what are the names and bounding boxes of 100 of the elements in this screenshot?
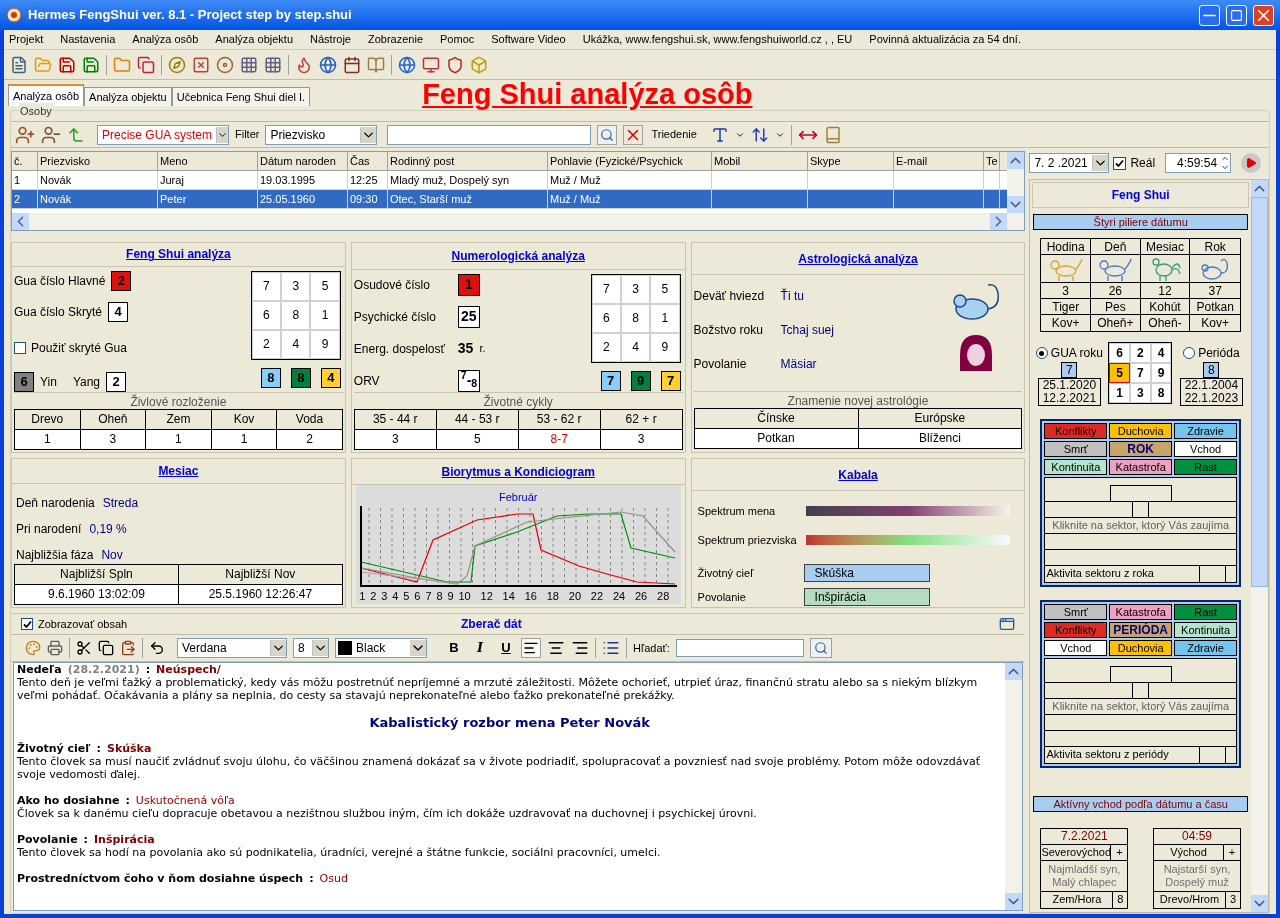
column-header[interactable]: E-mail bbox=[894, 152, 984, 170]
sector-label[interactable]: Zdravie bbox=[1174, 423, 1237, 439]
menu-item[interactable]: Ukážka, www.fengshui.sk, www.fengshuiworld.cz , , EU bbox=[582, 31, 853, 48]
number-box: 4 bbox=[108, 301, 129, 322]
table-cell: 8-7 bbox=[518, 429, 601, 449]
table-cell: 1 bbox=[12, 171, 38, 189]
family-member-text: Najstarší syn, Dospelý muž bbox=[1154, 861, 1240, 892]
menu-item[interactable]: Nástroje bbox=[310, 31, 351, 48]
value-box: Inšpirácia bbox=[803, 588, 930, 606]
editor-title: Zberač dát bbox=[460, 616, 523, 633]
sector-label[interactable]: Smrť bbox=[1044, 441, 1108, 457]
format-button[interactable]: I bbox=[471, 638, 489, 658]
panel-title-link[interactable]: Biorytmus a Kondiciogram bbox=[441, 462, 595, 481]
sector-label[interactable]: Smrť bbox=[1044, 604, 1108, 620]
axis-tick-label: 20 bbox=[568, 588, 583, 604]
radio-label: Perióda bbox=[1198, 345, 1240, 362]
column-header[interactable]: Rodinný post bbox=[388, 152, 548, 170]
grid-cell: 1 bbox=[650, 303, 680, 333]
panel-title-link[interactable]: Kabala bbox=[838, 465, 878, 484]
element-text: Zem/Hora bbox=[1041, 892, 1114, 908]
panel-title-link[interactable]: Feng Shui analýza bbox=[126, 245, 231, 264]
sector-label[interactable]: Kontinuita bbox=[1174, 622, 1237, 638]
table-cell: 5 bbox=[436, 429, 519, 449]
gua-system-dropdown[interactable]: Precise GUA system bbox=[97, 124, 229, 145]
date-picker[interactable]: 7. 2 .2021 bbox=[1029, 153, 1110, 173]
sector-label[interactable]: Rast bbox=[1174, 604, 1237, 620]
plus-button[interactable]: + bbox=[1224, 845, 1240, 860]
sector-label[interactable]: Katastrofa bbox=[1109, 459, 1173, 475]
tab[interactable]: Analýza osôb bbox=[8, 84, 85, 106]
field-value: Streda bbox=[102, 495, 139, 512]
table-cell: Mladý muž, Dospelý syn bbox=[388, 171, 548, 189]
menu-item[interactable]: Projekt bbox=[9, 31, 44, 48]
date-text: 25.1.2020 bbox=[1042, 379, 1097, 392]
field-label: Spektrum priezviska bbox=[697, 532, 798, 548]
font-dropdown[interactable]: Verdana bbox=[177, 638, 287, 658]
table-cell: 1 bbox=[15, 429, 81, 449]
field-label: Osudové číslo bbox=[353, 276, 431, 294]
column-header[interactable]: Čas bbox=[348, 152, 388, 170]
table-cell: 1 bbox=[146, 429, 212, 449]
menu-item[interactable]: Pomoc bbox=[440, 31, 475, 48]
field-label: Božstvo roku bbox=[693, 322, 764, 339]
sector-label[interactable]: Konflikty bbox=[1044, 622, 1108, 638]
paragraph: Tento človek sa musí naučiť zvládnuť svoju úlohu, čo väčšinou znamená dokázať sa v živote podriadiť, spolupracovať a povzniesť nad svoje problémy. Potom môže odovzdávať svoje vedomosti ďalej. bbox=[17, 755, 982, 781]
sector-label[interactable]: Duchovia bbox=[1109, 640, 1173, 656]
panel-title-link[interactable]: Mesiac bbox=[158, 462, 199, 480]
panel-title-link[interactable]: Numerologická analýza bbox=[451, 246, 585, 265]
column-header[interactable]: Dátum naroden bbox=[258, 152, 348, 170]
pillar-cell: Kohút bbox=[1140, 299, 1190, 315]
table-row[interactable]: 2 Novák Peter 25.05.1960 09:30 Otec, Starší muž Muž / Muž bbox=[12, 190, 1008, 209]
unit-label: r. bbox=[479, 341, 486, 357]
sector-label[interactable]: Duchovia bbox=[1109, 423, 1173, 439]
color-dropdown[interactable]: Black bbox=[335, 638, 427, 658]
column-header: Oheň bbox=[80, 409, 147, 429]
table-cell: Muž / Muž bbox=[548, 190, 712, 208]
table-cell: 2 bbox=[12, 190, 38, 208]
table-cell-text: 2 bbox=[305, 430, 314, 448]
panel-title-link[interactable]: Astrologická analýza bbox=[798, 249, 918, 268]
text-run: Životný cieľ bbox=[17, 742, 91, 755]
font-size-dropdown[interactable]: 8 bbox=[293, 638, 329, 658]
sector-label[interactable]: PERIÓDA bbox=[1109, 622, 1173, 638]
tab[interactable]: Analýza objektu bbox=[84, 87, 172, 106]
column-header[interactable]: č. bbox=[12, 152, 38, 170]
grid-cell: 5 bbox=[310, 271, 340, 301]
tab[interactable]: Učebnica Feng Shui diel I. bbox=[171, 87, 311, 106]
menu-item[interactable]: Povinná aktualizácia za 54 dní. bbox=[869, 31, 1021, 48]
time-spinner[interactable]: 4:59:54 bbox=[1165, 153, 1232, 173]
menu-item[interactable]: Analýza objektu bbox=[215, 31, 293, 48]
axis-tick-label: 5 bbox=[403, 588, 411, 604]
sector-label[interactable]: Zdravie bbox=[1174, 640, 1237, 656]
text-run: : bbox=[145, 663, 151, 676]
column-header[interactable]: Priezvisko bbox=[38, 152, 158, 170]
sector-label[interactable]: Vchod bbox=[1044, 640, 1108, 656]
sector-label[interactable]: Rast bbox=[1174, 459, 1237, 475]
sector-label[interactable]: Vchod bbox=[1174, 441, 1237, 457]
column-header[interactable]: Te bbox=[984, 152, 1000, 170]
filter-dropdown[interactable]: Priezvisko bbox=[265, 124, 378, 145]
axis-tick-label: 26 bbox=[634, 588, 649, 604]
menu-item[interactable]: Nastavenia bbox=[60, 31, 116, 48]
grid-cell: 3 bbox=[281, 271, 311, 301]
menu-item[interactable]: Analýza osôb bbox=[132, 31, 199, 48]
format-button[interactable]: U bbox=[497, 638, 515, 658]
column-header: Európske bbox=[913, 410, 967, 427]
date-text: 12.2.2021 bbox=[1042, 392, 1097, 405]
column-header[interactable]: Pohlavie (Fyzické/Psychick bbox=[548, 152, 712, 170]
field-label: Energ. dospelosť bbox=[353, 340, 447, 358]
menu-item[interactable]: Software Video bbox=[491, 31, 566, 48]
sector-label[interactable]: ROK bbox=[1109, 441, 1173, 457]
column-header[interactable]: Meno bbox=[158, 152, 258, 170]
table-row[interactable]: 1 Novák Juraj 19.03.1995 12:25 Mladý muž, Dospelý syn Muž / Muž bbox=[12, 171, 1008, 190]
column-header[interactable]: Skype bbox=[808, 152, 894, 170]
format-button[interactable]: B bbox=[445, 638, 463, 658]
table-cell-text: 3 bbox=[636, 430, 646, 448]
text-run: (28.2.2021) bbox=[67, 663, 140, 676]
sector-label[interactable]: Katastrofa bbox=[1109, 604, 1173, 620]
menu-item[interactable]: Zobrazenie bbox=[368, 31, 424, 48]
sector-label[interactable]: Konflikty bbox=[1044, 423, 1108, 439]
plus-button[interactable]: + bbox=[1111, 845, 1128, 860]
sector-label[interactable]: Kontinuita bbox=[1044, 459, 1108, 475]
number-box: 4 bbox=[320, 367, 341, 388]
column-header[interactable]: Mobil bbox=[712, 152, 808, 170]
